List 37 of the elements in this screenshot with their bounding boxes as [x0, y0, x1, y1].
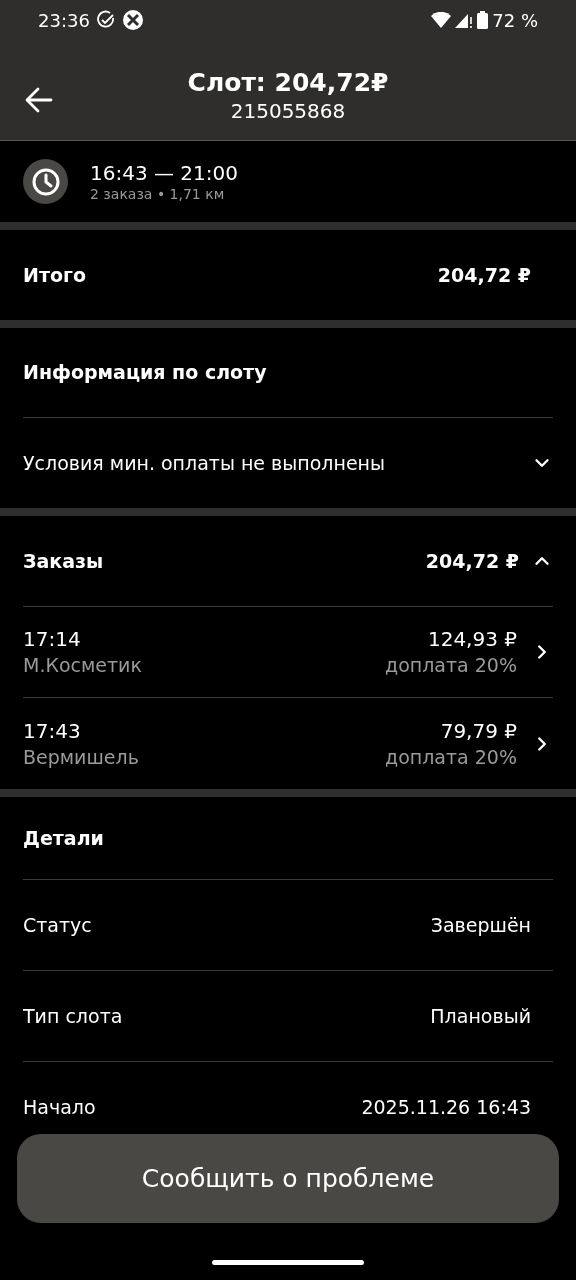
detail-value: 2025.11.26 16:43	[361, 1095, 531, 1121]
clock-icon	[23, 159, 68, 204]
wifi-icon	[431, 12, 452, 28]
surcharge-note: доплата 20%	[385, 653, 517, 678]
detail-value: Завершён	[430, 912, 531, 938]
order-amount: 79,79 ₽	[440, 717, 517, 744]
order-row[interactable]: 17:43 Вермишель 79,79 ₽ доплата 20%	[23, 698, 553, 789]
surcharge-note: доплата 20%	[385, 744, 517, 770]
check-circle-icon	[95, 10, 116, 30]
order-time: 17:43	[23, 717, 82, 744]
total-label: Итого	[23, 262, 86, 288]
time-range: 16:43 — 21:00	[90, 160, 238, 185]
store-name: Вермишель	[23, 744, 139, 770]
order-row[interactable]: 17:14 М.Косметик 124,93 ₽ доплата 20%	[23, 607, 553, 698]
orders-total: 204,72 ₽	[425, 548, 519, 574]
store-name: М.Косметик	[23, 653, 142, 678]
order-amount: 124,93 ₽	[427, 626, 517, 652]
detail-value: Плановый	[430, 1003, 531, 1029]
section-title: Заказы	[23, 548, 104, 574]
section-title: Детали	[23, 825, 104, 851]
status-time: 23:36	[38, 8, 90, 33]
min-payment-row[interactable]: Условия мин. оплаты не выполнены	[23, 418, 553, 508]
back-arrow-icon	[25, 87, 53, 113]
detail-label: Тип слота	[23, 1003, 123, 1029]
battery-percent: 72 %	[492, 8, 538, 33]
order-time: 17:14	[23, 626, 82, 652]
total-value: 204,72 ₽	[437, 262, 531, 288]
signal-icon	[455, 12, 474, 28]
report-problem-button[interactable]: Сообщить о проблеме	[17, 1134, 559, 1223]
detail-label: Статус	[23, 912, 92, 938]
slot-number: 215055868	[230, 98, 346, 124]
app-notification-icon	[121, 9, 144, 31]
detail-label: Начало	[23, 1095, 96, 1121]
page-title: Слот: 204,72₽	[187, 68, 389, 98]
battery-icon	[477, 11, 489, 29]
section-title: Информация по слоту	[23, 360, 267, 386]
orders-distance: 2 заказа • 1,71 км	[90, 184, 226, 203]
